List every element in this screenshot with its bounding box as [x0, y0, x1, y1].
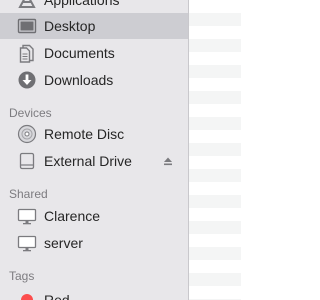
downloads-icon: [17, 70, 37, 90]
sidebar-item-label: External Drive: [44, 153, 132, 169]
tag-dot-icon: [17, 290, 37, 300]
applications-icon: [17, 0, 37, 10]
display-icon: [17, 233, 37, 253]
sidebar-item-label: Red: [44, 292, 70, 300]
sidebar-item-downloads[interactable]: Downloads: [0, 67, 188, 93]
finder-sidebar: Applications Desktop Documents Downloads…: [0, 0, 189, 300]
documents-icon: [17, 43, 37, 63]
sidebar-item-desktop[interactable]: Desktop: [0, 13, 188, 39]
sidebar-item-external-drive[interactable]: External Drive: [0, 148, 188, 174]
section-header-shared: Shared: [9, 187, 48, 201]
eject-icon[interactable]: [163, 156, 173, 166]
sidebar-item-label: Clarence: [44, 208, 101, 224]
section-header-tags: Tags: [9, 269, 35, 283]
sidebar-item-label: Desktop: [44, 18, 96, 34]
sidebar-item-label: Downloads: [44, 72, 114, 88]
sidebar-item-label: server: [44, 235, 83, 251]
sidebar-item-remote-disc[interactable]: Remote Disc: [0, 121, 188, 147]
external-drive-icon: [17, 151, 37, 171]
desktop-folder-icon: [17, 16, 37, 36]
sidebar-item-label: Documents: [44, 45, 115, 61]
sidebar-item-server[interactable]: server: [0, 230, 188, 256]
section-header-devices: Devices: [9, 106, 52, 120]
remote-disc-icon: [17, 124, 37, 144]
display-icon: [17, 206, 37, 226]
sidebar-item-documents[interactable]: Documents: [0, 40, 188, 66]
file-list-area[interactable]: [189, 0, 241, 300]
sidebar-item-label: Applications: [44, 0, 120, 8]
sidebar-item-tag-red[interactable]: Red: [0, 287, 188, 300]
sidebar-item-clarence[interactable]: Clarence: [0, 203, 188, 229]
sidebar-item-label: Remote Disc: [44, 126, 125, 142]
sidebar-item-applications[interactable]: Applications: [0, 0, 188, 13]
